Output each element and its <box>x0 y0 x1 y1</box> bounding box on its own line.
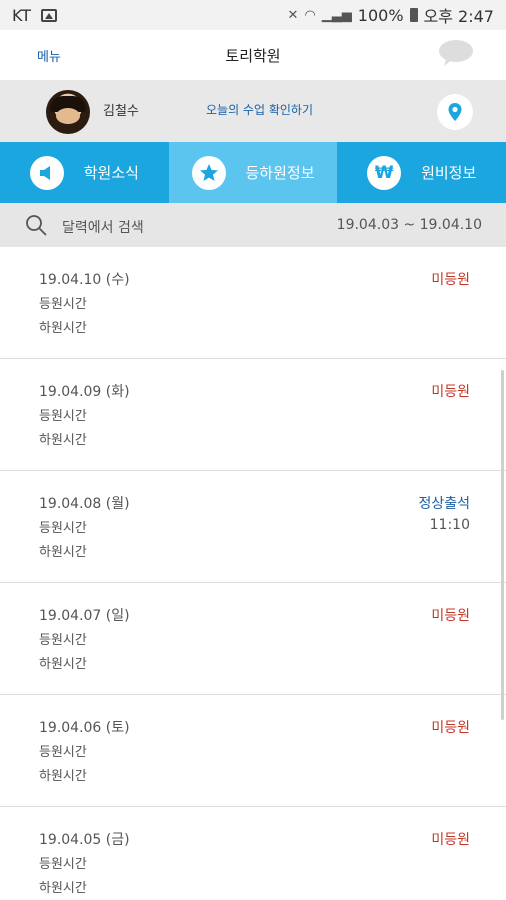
clock: 오후 2:47 <box>423 7 494 26</box>
list-item[interactable]: 19.04.09 (화) 등원시간 하원시간 미등원 <box>0 359 506 471</box>
arrival-label: 등원시간 <box>39 409 87 424</box>
tab-academy-news[interactable]: 학원소식 <box>0 142 169 203</box>
image-notification-icon <box>41 8 58 22</box>
tab-label: 등하원정보 <box>245 164 315 182</box>
wifi-icon: ◠ <box>304 7 316 23</box>
list-item[interactable]: 19.04.10 (수) 등원시간 하원시간 미등원 <box>0 247 506 359</box>
entry-date: 19.04.06 (토) <box>39 720 130 736</box>
tab-tuition-info[interactable]: ₩ 원비정보 <box>337 142 506 203</box>
departure-label: 하원시간 <box>39 657 87 672</box>
status-badge: 미등원 <box>431 384 470 400</box>
list-item[interactable]: 19.04.05 (금) 등원시간 하원시간 미등원 <box>0 807 506 900</box>
arrival-time: 11:10 <box>429 517 470 533</box>
status-bar: KT ✕ ◠ ▁▃▅ 100% 오후 2:47 <box>0 0 506 30</box>
departure-label: 하원시간 <box>39 881 87 896</box>
tab-label: 학원소식 <box>83 164 139 182</box>
arrival-label: 등원시간 <box>39 297 87 312</box>
won-icon: ₩ <box>367 155 402 190</box>
status-right: ✕ ◠ ▁▃▅ 100% 오후 2:47 <box>288 0 494 30</box>
battery-icon <box>409 8 418 22</box>
today-class-link[interactable]: 오늘의 수업 확인하기 <box>206 101 313 118</box>
page-title: 토리학원 <box>225 46 281 65</box>
entry-date: 19.04.05 (금) <box>39 832 130 848</box>
list-item[interactable]: 19.04.06 (토) 등원시간 하원시간 미등원 <box>0 695 506 807</box>
avatar <box>46 90 90 134</box>
tab-label: 원비정보 <box>421 164 477 182</box>
arrival-label: 등원시간 <box>39 633 87 648</box>
user-name: 김철수 <box>103 104 139 119</box>
status-badge: 미등원 <box>431 272 470 288</box>
departure-label: 하원시간 <box>39 433 87 448</box>
location-pin-icon <box>448 103 462 121</box>
departure-label: 하원시간 <box>39 769 87 784</box>
search-input[interactable]: 달력에서 검색 <box>62 217 144 237</box>
search-icon[interactable] <box>25 214 47 236</box>
arrival-label: 등원시간 <box>39 857 87 872</box>
star-icon <box>191 155 226 190</box>
status-badge: 미등원 <box>431 832 470 848</box>
signal-icon: ▁▃▅ <box>321 7 352 23</box>
entry-date: 19.04.08 (월) <box>39 496 130 512</box>
status-badge: 미등원 <box>431 720 470 736</box>
user-bar: 김철수 오늘의 수업 확인하기 <box>0 80 506 142</box>
list-scrollbar[interactable] <box>501 370 504 720</box>
departure-label: 하원시간 <box>39 545 87 560</box>
megaphone-icon <box>29 155 64 190</box>
location-button[interactable] <box>437 94 473 130</box>
entry-date: 19.04.09 (화) <box>39 384 130 400</box>
list-item[interactable]: 19.04.08 (월) 등원시간 하원시간 정상출석 11:10 <box>0 471 506 583</box>
arrival-label: 등원시간 <box>39 745 87 760</box>
list-item[interactable]: 19.04.07 (일) 등원시간 하원시간 미등원 <box>0 583 506 695</box>
date-range: 19.04.03 ~ 19.04.10 <box>336 217 482 233</box>
app-bar: 메뉴 토리학원 <box>0 30 506 80</box>
status-badge: 정상출석 <box>418 496 470 512</box>
chat-icon[interactable] <box>438 39 474 67</box>
departure-label: 하원시간 <box>39 321 87 336</box>
entry-date: 19.04.07 (일) <box>39 608 130 624</box>
status-badge: 미등원 <box>431 608 470 624</box>
tab-bar: 학원소식 등하원정보 ₩ 원비정보 <box>0 142 506 203</box>
carrier-label: KT <box>12 5 32 25</box>
tab-attendance-info[interactable]: 등하원정보 <box>168 142 338 203</box>
arrival-label: 등원시간 <box>39 521 87 536</box>
attendance-list: 19.04.10 (수) 등원시간 하원시간 미등원 19.04.09 (화) … <box>0 247 506 900</box>
battery-percent: 100% <box>357 5 404 25</box>
entry-date: 19.04.10 (수) <box>39 272 130 288</box>
search-bar[interactable]: 달력에서 검색 19.04.03 ~ 19.04.10 <box>0 203 506 247</box>
mute-icon: ✕ <box>287 7 299 23</box>
